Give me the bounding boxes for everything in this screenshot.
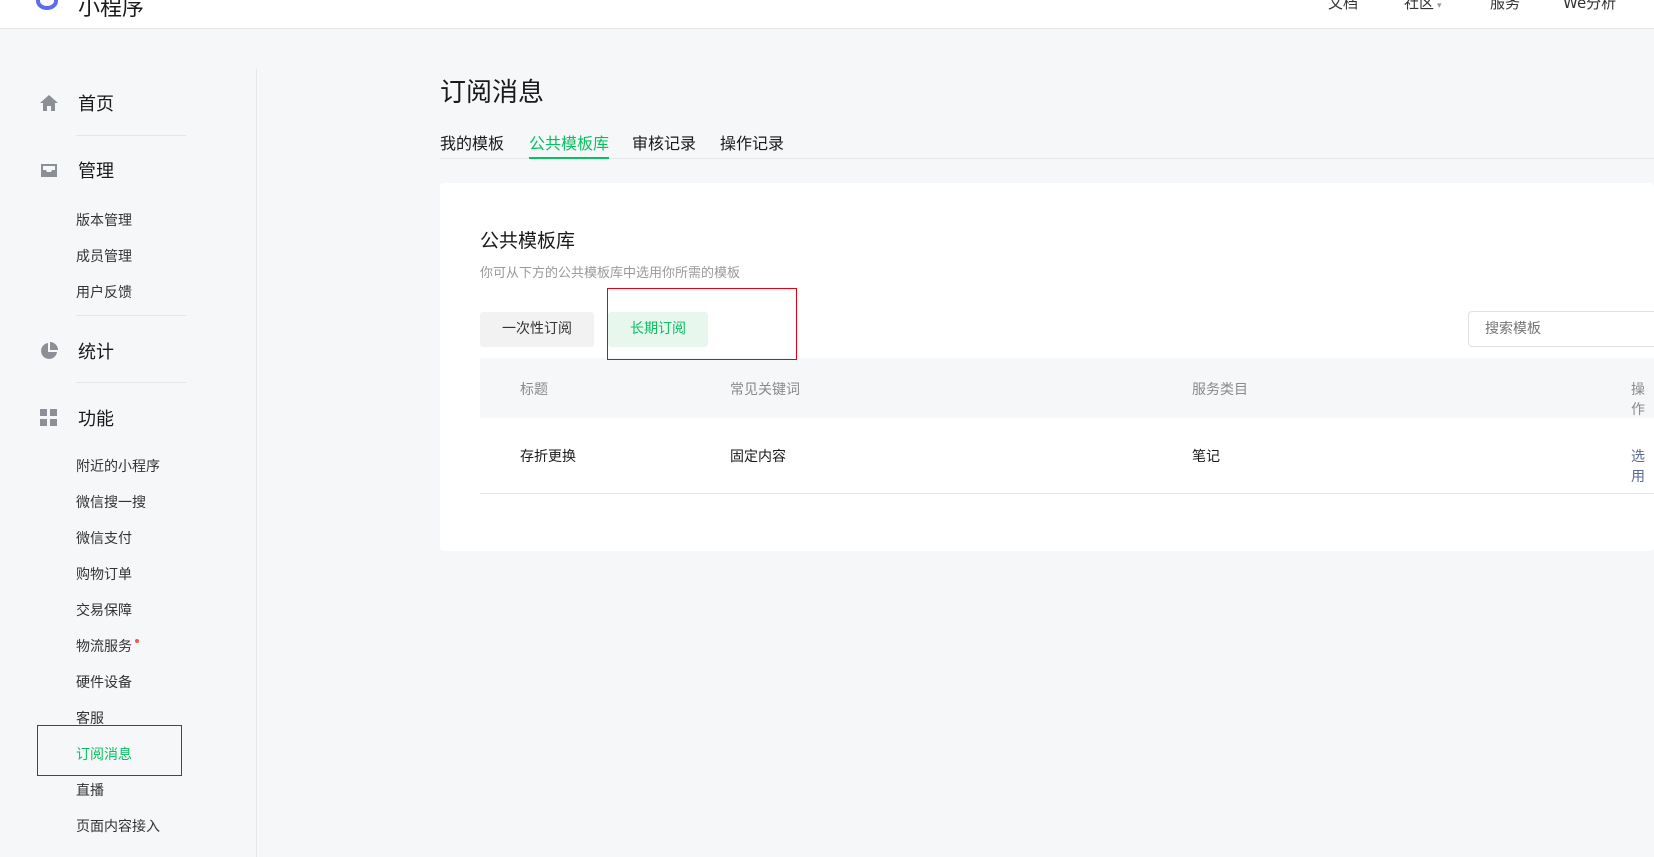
card-title: 公共模板库 bbox=[480, 230, 576, 252]
nav-analysis[interactable]: We分析 bbox=[1563, 0, 1616, 13]
tab-operation-records[interactable]: 操作记录 bbox=[720, 130, 784, 159]
page-title: 订阅消息 bbox=[440, 78, 545, 108]
template-library-card: 公共模板库 你可从下方的公共模板库中选用你所需的模板 一次性订阅 长期订阅 标题… bbox=[440, 183, 1654, 551]
sidebar-item-logistics[interactable]: 物流服务 bbox=[76, 636, 139, 656]
tab-public-templates[interactable]: 公共模板库 bbox=[529, 130, 610, 159]
col-title: 标题 bbox=[520, 382, 548, 398]
sidebar-item-feedback[interactable]: 用户反馈 bbox=[76, 282, 132, 302]
sidebar-item-home[interactable]: 首页 bbox=[38, 90, 114, 116]
nav-service[interactable]: 服务 bbox=[1490, 0, 1520, 13]
segment-one-time[interactable]: 一次性订阅 bbox=[480, 312, 594, 347]
table-header: 标题 常见关键词 服务类目 操作 bbox=[480, 358, 1654, 418]
sidebar-item-live[interactable]: 直播 bbox=[76, 780, 104, 800]
select-template-link[interactable]: 选用 bbox=[1631, 446, 1654, 486]
card-description: 你可从下方的公共模板库中选用你所需的模板 bbox=[480, 266, 741, 281]
col-category: 服务类目 bbox=[1192, 382, 1248, 398]
inbox-icon bbox=[38, 159, 60, 181]
home-icon bbox=[38, 92, 60, 114]
template-search-input[interactable] bbox=[1468, 311, 1654, 347]
chevron-down-icon: ▾ bbox=[1437, 1, 1442, 11]
sidebar-item-stats-label: 统计 bbox=[78, 342, 114, 363]
sidebar-item-guarantee[interactable]: 交易保障 bbox=[76, 600, 132, 620]
pie-chart-icon bbox=[38, 340, 60, 362]
sidebar-border bbox=[256, 69, 257, 857]
brand-title: 小程序 bbox=[78, 0, 145, 21]
sidebar-item-stats[interactable]: 统计 bbox=[38, 338, 114, 364]
sidebar-section-manage-label: 管理 bbox=[78, 161, 114, 182]
grid-icon bbox=[38, 407, 60, 429]
nav-community[interactable]: 社区 ▾ bbox=[1404, 0, 1442, 13]
sidebar-section-features-label: 功能 bbox=[78, 409, 114, 430]
row-keywords: 固定内容 bbox=[730, 449, 786, 465]
sidebar-divider bbox=[76, 135, 186, 136]
tab-review-records[interactable]: 审核记录 bbox=[632, 130, 696, 159]
nav-docs[interactable]: 文档 bbox=[1328, 0, 1358, 13]
sidebar-item-orders[interactable]: 购物订单 bbox=[76, 564, 132, 584]
sidebar-item-search[interactable]: 微信搜一搜 bbox=[76, 492, 146, 512]
row-title: 存折更换 bbox=[520, 449, 576, 465]
tab-my-templates[interactable]: 我的模板 bbox=[440, 130, 504, 159]
highlight-box-sidebar bbox=[37, 725, 182, 776]
sidebar-section-features[interactable]: 功能 bbox=[38, 405, 114, 431]
col-keywords: 常见关键词 bbox=[730, 382, 800, 398]
sidebar-item-hardware[interactable]: 硬件设备 bbox=[76, 672, 132, 692]
sidebar-item-page-content[interactable]: 页面内容接入 bbox=[76, 816, 160, 836]
sidebar-section-manage[interactable]: 管理 bbox=[38, 157, 114, 183]
sidebar-divider bbox=[76, 315, 186, 316]
miniprogram-logo-icon[interactable] bbox=[36, 0, 58, 10]
tab-bar: 我的模板 公共模板库 审核记录 操作记录 bbox=[440, 130, 1654, 159]
new-badge-dot bbox=[135, 639, 139, 643]
table-row: 存折更换 固定内容 笔记 选用 bbox=[480, 418, 1654, 494]
sidebar-item-logistics-label: 物流服务 bbox=[76, 639, 132, 655]
sidebar-item-members[interactable]: 成员管理 bbox=[76, 246, 132, 266]
sidebar-divider bbox=[76, 382, 186, 383]
highlight-box-segment bbox=[607, 288, 797, 360]
sidebar-item-home-label: 首页 bbox=[78, 94, 114, 115]
nav-community-label: 社区 bbox=[1404, 0, 1435, 12]
col-action: 操作 bbox=[1631, 382, 1645, 418]
sidebar-item-pay[interactable]: 微信支付 bbox=[76, 528, 132, 548]
sidebar-item-nearby[interactable]: 附近的小程序 bbox=[76, 456, 160, 476]
sidebar-item-version[interactable]: 版本管理 bbox=[76, 210, 132, 230]
row-category: 笔记 bbox=[1192, 449, 1220, 465]
top-header: 小程序 文档 社区 ▾ 服务 We分析 bbox=[0, 0, 1654, 29]
